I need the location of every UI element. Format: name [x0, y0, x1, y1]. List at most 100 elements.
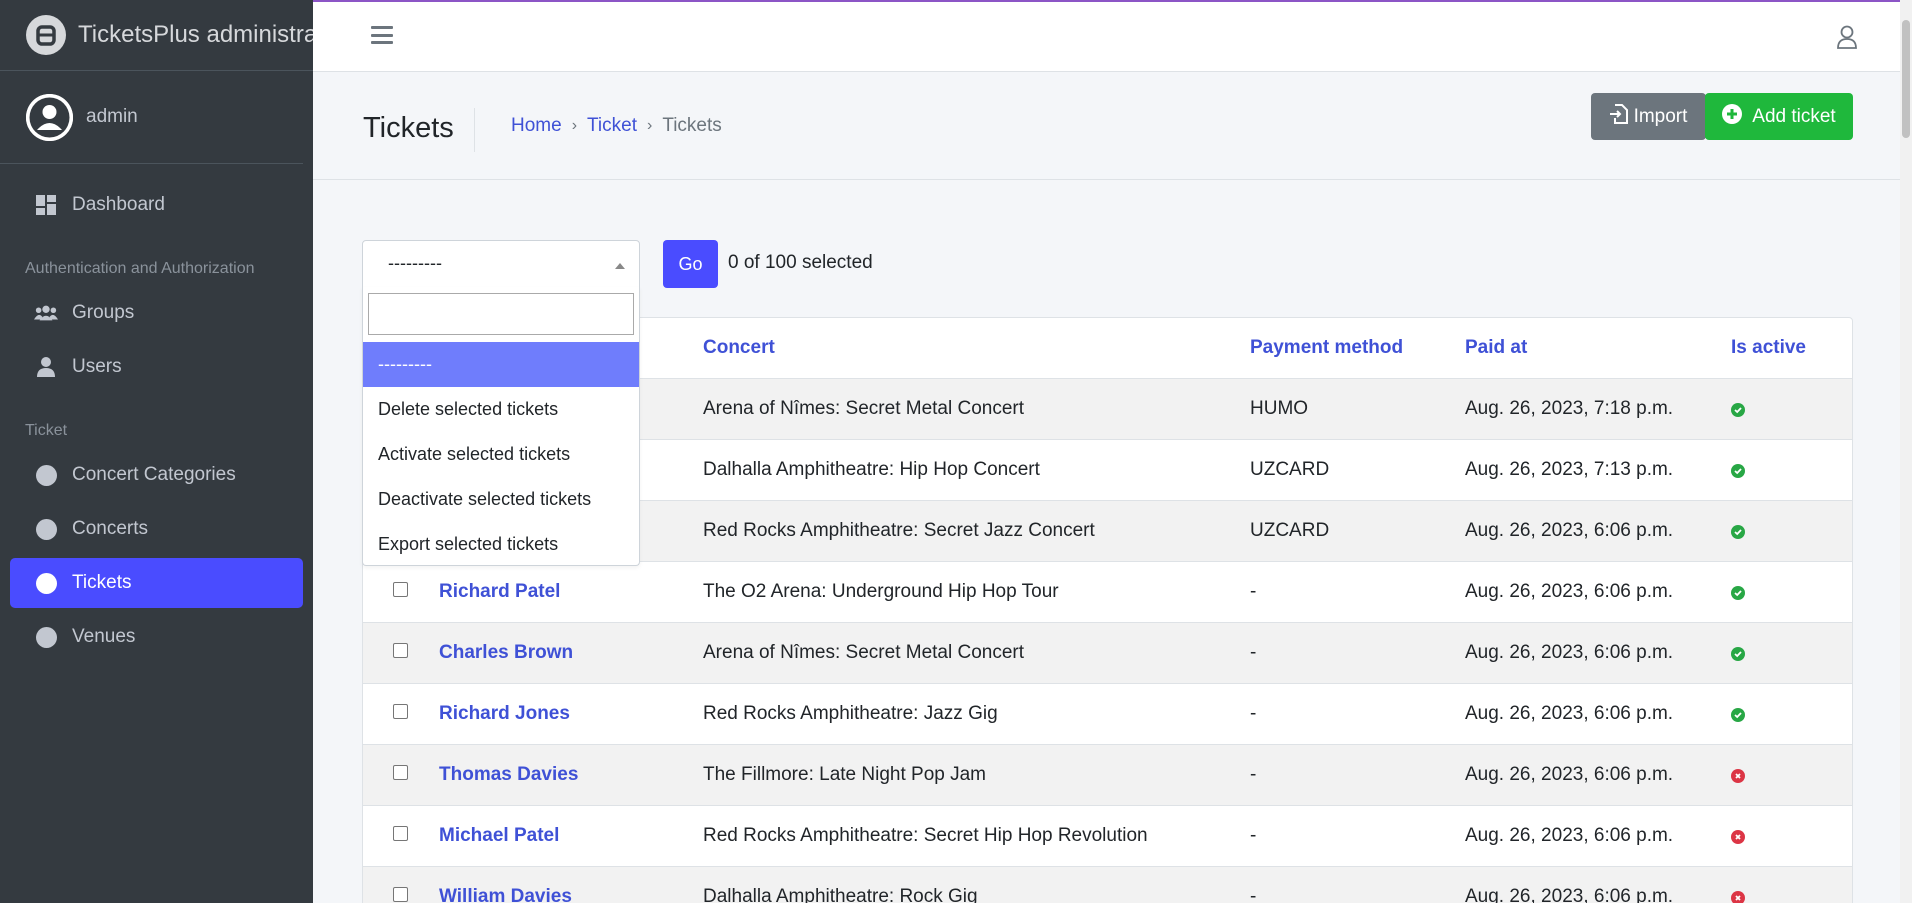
table-row: Charles Brown Arena of Nîmes: Secret Meta… [363, 623, 1852, 684]
circle-icon [34, 571, 58, 595]
action-option[interactable]: --------- [363, 342, 639, 387]
action-option[interactable]: Export selected tickets [363, 522, 639, 567]
paid-at-cell: Aug. 26, 2023, 7:13 p.m. [1465, 459, 1674, 480]
payment-cell: UZCARD [1250, 520, 1330, 541]
circle-icon [34, 463, 58, 487]
column-header-paid-at[interactable]: Paid at [1465, 337, 1527, 359]
brand-title: TicketsPlus administration [78, 21, 313, 48]
brand-link[interactable]: TicketsPlus administration [0, 0, 313, 71]
sidebar-item-venues[interactable]: Venues [10, 612, 303, 662]
content-header: Tickets Home › Ticket › Tickets Import A… [313, 72, 1900, 180]
user-name: admin [86, 106, 138, 127]
check-circle-icon [1731, 525, 1745, 539]
action-option[interactable]: Deactivate selected tickets [363, 477, 639, 522]
sidebar: TicketsPlus administration admin Dashboa… [0, 0, 313, 903]
ticket-owner-link[interactable]: Richard Jones [439, 703, 570, 725]
go-button[interactable]: Go [663, 240, 718, 288]
sidebar-item-label: Venues [72, 626, 136, 647]
breadcrumb-home[interactable]: Home [511, 115, 562, 137]
payment-cell: - [1250, 764, 1257, 785]
import-label: Import [1633, 105, 1688, 127]
sidebar-item-dashboard[interactable]: Dashboard [10, 180, 303, 230]
paid-at-cell: Aug. 26, 2023, 6:06 p.m. [1465, 825, 1674, 846]
payment-cell: - [1250, 703, 1257, 724]
row-checkbox[interactable] [393, 643, 408, 658]
x-circle-icon [1731, 769, 1745, 783]
circle-icon [34, 517, 58, 541]
check-circle-icon [1731, 403, 1745, 417]
row-checkbox[interactable] [393, 704, 408, 719]
paid-at-cell: Aug. 26, 2023, 6:06 p.m. [1465, 764, 1674, 785]
check-circle-icon [1731, 464, 1745, 478]
user-menu-icon[interactable] [1835, 24, 1859, 50]
sidebar-item-label: Dashboard [72, 194, 165, 215]
sidebar-item-groups[interactable]: Groups [10, 288, 303, 338]
payment-cell: - [1250, 581, 1257, 602]
page-title: Tickets [363, 108, 475, 152]
sidebar-item-label: Concert Categories [72, 464, 236, 485]
row-checkbox[interactable] [393, 765, 408, 780]
paid-at-cell: Aug. 26, 2023, 6:06 p.m. [1465, 703, 1674, 724]
concert-cell: The Fillmore: Late Night Pop Jam [703, 764, 987, 785]
payment-cell: UZCARD [1250, 459, 1330, 480]
table-row: Richard Patel The O2 Arena: Underground H… [363, 562, 1852, 623]
sidebar-item-label: Concerts [72, 518, 149, 539]
selection-counter: 0 of 100 selected [728, 252, 873, 273]
action-select[interactable]: --------- [362, 240, 640, 288]
sidebar-nav: Dashboard Authentication and Authorizati… [0, 164, 313, 662]
payment-cell: HUMO [1250, 398, 1309, 419]
page-scrollbar[interactable] [1900, 0, 1912, 903]
brand-logo-icon [26, 15, 66, 55]
paid-at-cell: Aug. 26, 2023, 6:06 p.m. [1465, 520, 1674, 541]
add-ticket-button[interactable]: Add ticket [1705, 93, 1853, 140]
top-navbar [313, 0, 1912, 72]
sidebar-item-label: Groups [72, 302, 135, 323]
sidebar-item-concerts[interactable]: Concerts [10, 504, 303, 554]
menu-toggle-icon[interactable] [371, 26, 393, 44]
action-dropdown: --------- Delete selected tickets Activa… [362, 287, 640, 566]
concert-cell: Red Rocks Amphitheatre: Secret Hip Hop R… [703, 825, 1148, 846]
breadcrumb-ticket[interactable]: Ticket [587, 115, 637, 137]
circle-icon [34, 625, 58, 649]
ticket-owner-link[interactable]: William Davies [439, 886, 572, 903]
concert-cell: Dalhalla Amphitheatre: Hip Hop Concert [703, 459, 1040, 480]
ticket-owner-link[interactable]: Charles Brown [439, 642, 573, 664]
paid-at-cell: Aug. 26, 2023, 6:06 p.m. [1465, 642, 1674, 663]
row-checkbox[interactable] [393, 582, 408, 597]
row-checkbox[interactable] [393, 887, 408, 902]
row-checkbox[interactable] [393, 826, 408, 841]
scrollbar-thumb[interactable] [1902, 20, 1910, 138]
x-circle-icon [1731, 830, 1745, 844]
paid-at-cell: Aug. 26, 2023, 6:06 p.m. [1465, 581, 1674, 602]
nav-section-auth: Authentication and Authorization [25, 260, 255, 277]
dashboard-icon [34, 193, 58, 217]
check-circle-icon [1731, 647, 1745, 661]
check-circle-icon [1731, 708, 1745, 722]
column-header-is-active[interactable]: Is active [1731, 337, 1806, 359]
action-search-input[interactable] [368, 293, 634, 335]
action-option[interactable]: Delete selected tickets [363, 387, 639, 432]
table-row: William Davies Dalhalla Amphitheatre: Roc… [363, 867, 1852, 903]
ticket-owner-link[interactable]: Richard Patel [439, 581, 560, 603]
breadcrumb-separator: › [571, 117, 578, 134]
column-header-concert[interactable]: Concert [703, 337, 775, 359]
nav-section-ticket: Ticket [25, 422, 68, 439]
sidebar-item-users[interactable]: Users [10, 342, 303, 392]
breadcrumb-current: Tickets [662, 115, 722, 136]
paid-at-cell: Aug. 26, 2023, 7:18 p.m. [1465, 398, 1674, 419]
ticket-owner-link[interactable]: Michael Patel [439, 825, 559, 847]
user-avatar-icon [26, 93, 73, 141]
sidebar-item-concert-categories[interactable]: Concert Categories [10, 450, 303, 500]
concert-cell: Red Rocks Amphitheatre: Jazz Gig [703, 703, 998, 724]
user-panel[interactable]: admin [0, 71, 303, 164]
column-header-payment[interactable]: Payment method [1250, 337, 1403, 359]
payment-cell: - [1250, 642, 1257, 663]
import-button[interactable]: Import [1591, 93, 1706, 140]
add-ticket-label: Add ticket [1752, 105, 1836, 127]
table-row: Richard Jones Red Rocks Amphitheatre: Jaz… [363, 684, 1852, 745]
sidebar-item-tickets[interactable]: Tickets [10, 558, 303, 608]
sidebar-item-label: Users [72, 356, 122, 377]
action-option[interactable]: Activate selected tickets [363, 432, 639, 477]
ticket-owner-link[interactable]: Thomas Davies [439, 764, 578, 786]
payment-cell: - [1250, 825, 1257, 846]
